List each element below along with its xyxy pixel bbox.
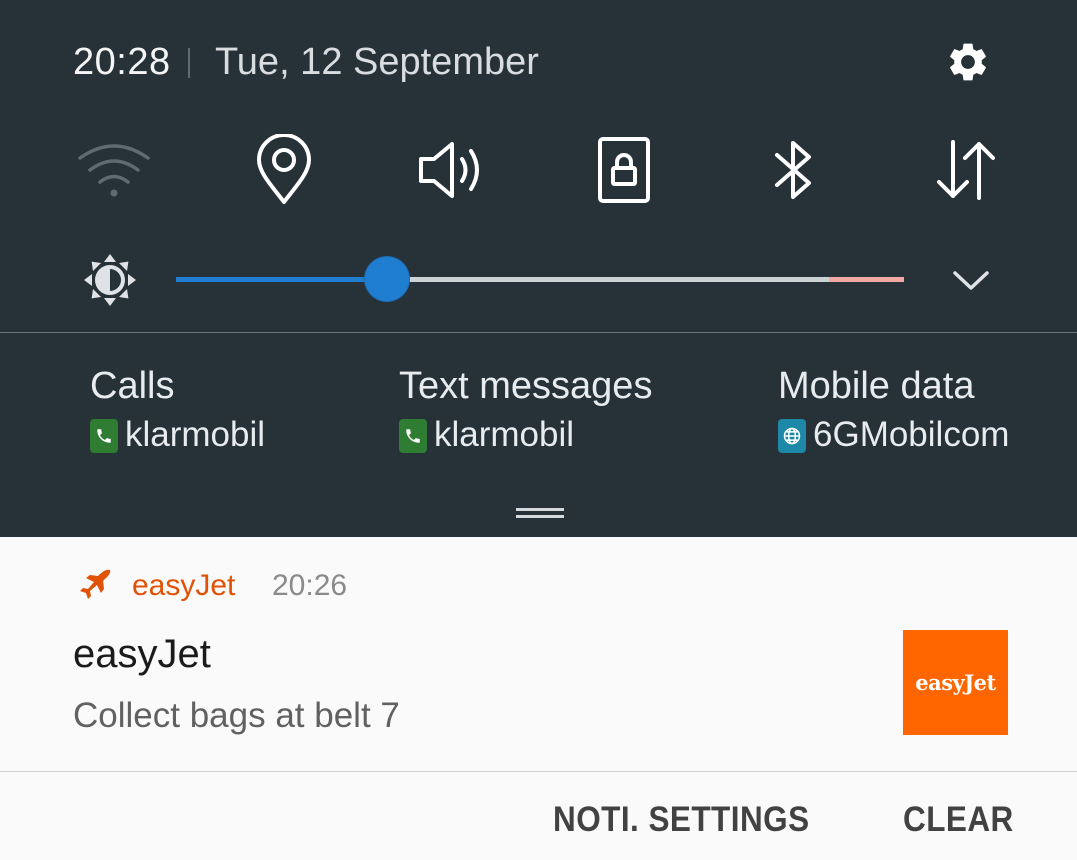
- rotation-lock-toggle[interactable]: [584, 130, 664, 210]
- bluetooth-toggle[interactable]: [754, 130, 834, 210]
- location-toggle[interactable]: [244, 130, 324, 210]
- sim-mobile-data-title: Mobile data: [778, 365, 975, 407]
- sim-text-messages-carrier: klarmobil: [434, 415, 575, 454]
- sim-calls-title: Calls: [90, 365, 175, 407]
- expand-panel-button[interactable]: [946, 258, 996, 302]
- notification-time: 20:26: [272, 569, 348, 602]
- panel-drag-handle[interactable]: [516, 508, 564, 518]
- brightness-track-high-zone: [829, 277, 904, 282]
- phone-icon: [399, 419, 427, 453]
- brightness-icon: [84, 254, 136, 306]
- sim-calls-carrier: klarmobil: [125, 415, 266, 454]
- sim-mobile-data-carrier: 6GMobilcom: [813, 415, 1010, 454]
- quick-panel: 20:28 Tue, 12 September Calls klarmobil …: [0, 0, 1077, 537]
- notification-text: Collect bags at belt 7: [73, 696, 400, 735]
- sim-mobile-data[interactable]: Mobile data 6GMobilcom: [778, 362, 1009, 456]
- mobile-data-icon: [937, 140, 995, 200]
- settings-button[interactable]: [938, 32, 998, 92]
- panel-divider: [0, 332, 1077, 333]
- notification-settings-button[interactable]: NOTI. SETTINGS: [553, 800, 810, 840]
- time-date-separator: [188, 48, 190, 78]
- notification-app-name: easyJet: [132, 569, 236, 602]
- brightness-slider[interactable]: [176, 257, 904, 301]
- location-icon: [257, 134, 311, 204]
- easyjet-logo: easyJet: [903, 630, 1008, 735]
- wifi-toggle[interactable]: [74, 130, 154, 210]
- sound-icon: [419, 142, 479, 198]
- clear-button[interactable]: CLEAR: [903, 800, 1014, 840]
- screen-rotation-lock-icon: [598, 137, 650, 203]
- gear-icon: [950, 43, 986, 81]
- airplane-icon: [80, 569, 111, 599]
- easyjet-logo-text: easyJet: [915, 670, 996, 695]
- phone-icon: [90, 419, 118, 453]
- clock: 20:28: [73, 41, 171, 83]
- sim-text-messages[interactable]: Text messages klarmobil: [399, 362, 652, 456]
- mobile-data-toggle[interactable]: [926, 130, 1006, 210]
- sim-calls[interactable]: Calls klarmobil: [90, 362, 265, 456]
- bluetooth-icon: [775, 141, 811, 199]
- sim-text-messages-title: Text messages: [399, 365, 653, 407]
- brightness-track: [387, 277, 829, 282]
- wifi-icon: [78, 144, 150, 197]
- brightness-track-filled: [176, 277, 387, 282]
- globe-icon: [778, 419, 806, 453]
- brightness-thumb[interactable]: [365, 257, 409, 301]
- date: Tue, 12 September: [215, 41, 539, 83]
- chevron-down-icon: [953, 271, 989, 290]
- notification-title: easyJet: [73, 632, 211, 676]
- sound-toggle[interactable]: [414, 130, 494, 210]
